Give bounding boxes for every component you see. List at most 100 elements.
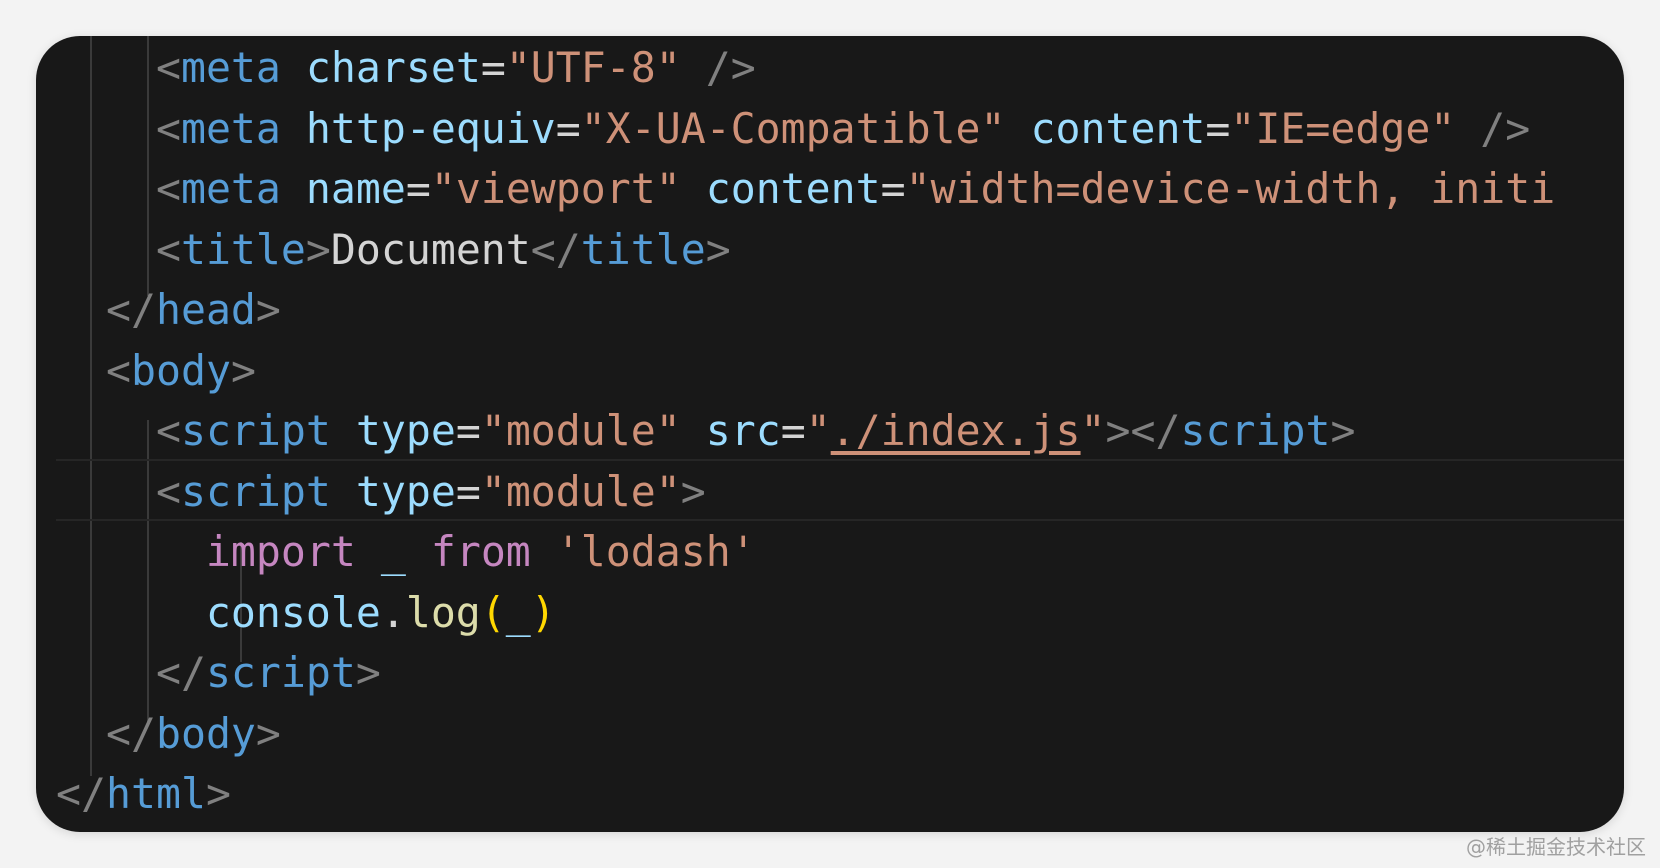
token-br: > xyxy=(305,224,331,274)
code-line[interactable]: </body> xyxy=(56,702,1624,766)
token-txt: = xyxy=(405,164,431,213)
code-line[interactable]: <meta charset="UTF-8" /> xyxy=(56,36,1624,100)
token-fn: log xyxy=(405,587,481,637)
token-br: > xyxy=(1330,406,1356,455)
token-par: ( xyxy=(480,587,506,637)
token-tag: title xyxy=(180,224,306,274)
token-tag: script xyxy=(205,648,356,697)
token-tag: body xyxy=(130,345,231,395)
token-kw: from xyxy=(430,527,531,576)
token-link[interactable]: ./index.js xyxy=(831,406,1081,455)
token-br: > xyxy=(355,648,381,697)
watermark: @稀土掘金技术社区 xyxy=(1466,835,1646,859)
token-tag: script xyxy=(180,466,331,516)
token-txt: . xyxy=(380,587,406,637)
token-br: > xyxy=(230,345,256,395)
token-br: </ xyxy=(105,708,156,758)
token-var: console xyxy=(205,587,381,637)
token-attr: http-equiv xyxy=(305,103,556,153)
token-br: < xyxy=(105,345,131,395)
token-txt: = xyxy=(555,103,581,153)
token-par: ) xyxy=(530,587,556,637)
code-line[interactable]: console.log(_) xyxy=(56,581,1624,645)
code-line[interactable]: <meta http-equiv="X-UA-Compatible" conte… xyxy=(56,97,1624,161)
token-br: > xyxy=(705,224,731,274)
token-br: < xyxy=(155,43,181,92)
token-attr: src xyxy=(705,406,781,455)
code-line[interactable]: <script type="module" src="./index.js"><… xyxy=(56,399,1624,463)
token-txt: = xyxy=(455,406,481,455)
token-tag: body xyxy=(155,708,256,758)
token-br: /> xyxy=(705,43,756,92)
token-str: 'lodash' xyxy=(555,527,756,576)
token-tag: script xyxy=(1180,406,1331,455)
token-kw: import xyxy=(205,527,356,576)
token-tag: meta xyxy=(180,43,281,92)
token-br: > xyxy=(680,466,706,516)
code-line[interactable]: </script> xyxy=(56,641,1624,705)
token-br: </ xyxy=(56,769,106,818)
code-line[interactable]: <title>Document</title> xyxy=(56,218,1624,282)
token-str: "UTF-8" xyxy=(505,43,681,92)
token-str: "IE=edge" xyxy=(1230,103,1456,153)
token-attr: name xyxy=(305,164,406,213)
token-txt: = xyxy=(455,466,481,516)
token-txt: Document xyxy=(330,224,531,274)
token-br: </ xyxy=(530,224,581,274)
token-br: > xyxy=(205,769,231,818)
token-attr: type xyxy=(355,406,456,455)
token-tag: title xyxy=(580,224,706,274)
token-str: "width=device-width, initi xyxy=(905,164,1556,213)
token-str: "module" xyxy=(480,406,681,455)
code-line[interactable]: <body> xyxy=(56,339,1624,403)
token-str: " xyxy=(805,406,831,455)
token-br: ></ xyxy=(1105,406,1181,455)
token-attr: type xyxy=(355,466,456,516)
token-br: < xyxy=(155,224,181,274)
code-area[interactable]: <meta charset="UTF-8" /> <meta http-equi… xyxy=(36,36,1624,818)
token-str: "viewport" xyxy=(430,164,681,213)
code-line[interactable]: <script type="module"> xyxy=(56,460,1624,524)
token-br: > xyxy=(255,708,281,758)
token-br: > xyxy=(255,285,281,334)
code-line[interactable]: <meta name="viewport" content="width=dev… xyxy=(56,157,1624,221)
token-attr: content xyxy=(705,164,881,213)
code-line[interactable]: </head> xyxy=(56,278,1624,342)
token-str: "X-UA-Compatible" xyxy=(580,103,1006,153)
token-br: < xyxy=(155,406,181,455)
token-txt: = xyxy=(480,43,506,92)
code-line[interactable]: import _ from 'lodash' xyxy=(56,520,1624,584)
code-editor-window: <meta charset="UTF-8" /> <meta http-equi… xyxy=(36,36,1624,832)
token-var: _ xyxy=(505,587,531,637)
token-br: < xyxy=(155,164,181,213)
token-br: /> xyxy=(1480,103,1531,153)
token-br: < xyxy=(155,466,181,516)
token-txt: = xyxy=(780,406,806,455)
token-attr: content xyxy=(1030,103,1206,153)
token-tag: script xyxy=(180,406,331,455)
code-line[interactable]: </html> xyxy=(56,762,1624,826)
token-br: < xyxy=(155,103,181,153)
token-str: "module" xyxy=(480,466,681,516)
